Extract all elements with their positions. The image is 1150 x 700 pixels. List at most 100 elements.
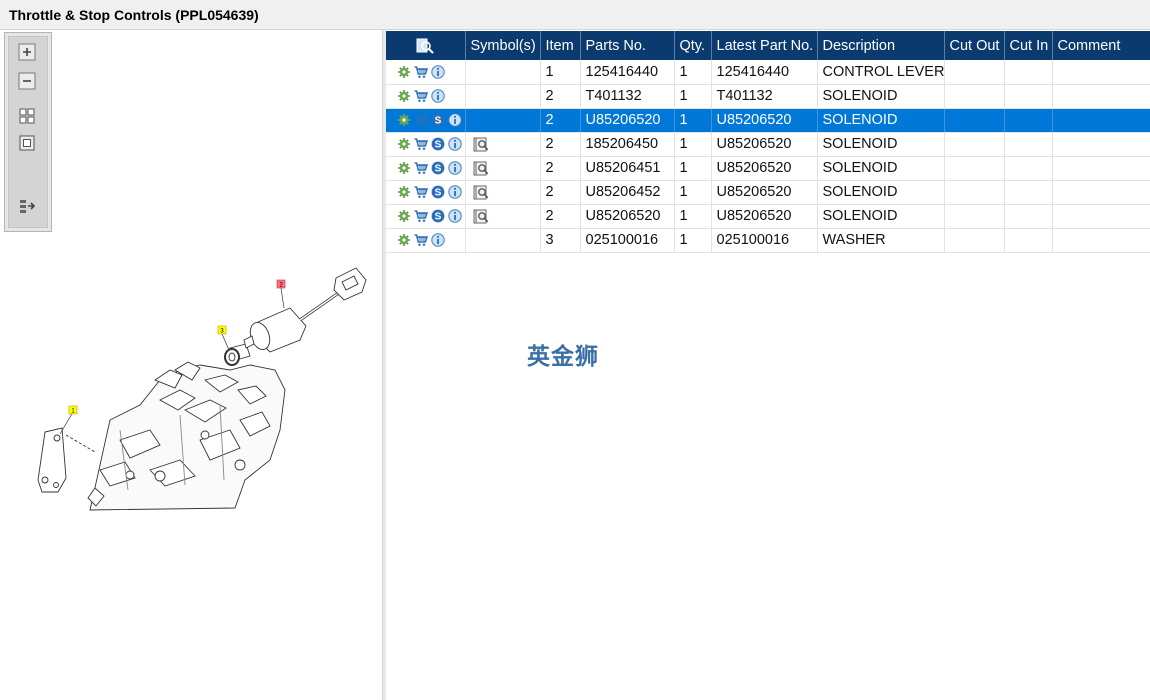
fit-all-icon (19, 108, 35, 124)
book-search-icon[interactable] (471, 185, 535, 200)
fit-all-button[interactable] (17, 106, 37, 126)
symbols-cell (465, 156, 541, 181)
info-icon[interactable] (448, 113, 462, 127)
symbols-cell (465, 84, 541, 109)
callout-3[interactable]: 3 (217, 325, 227, 335)
export-button[interactable] (17, 196, 37, 216)
description-cell: SOLENOID (817, 108, 945, 133)
info-icon[interactable] (431, 65, 445, 79)
book-search-icon[interactable] (471, 137, 535, 152)
cut-out-cell (944, 156, 1005, 181)
table-row[interactable]: S 2 185206450 1 U85206520 SOLENOID (386, 132, 1150, 157)
gear-icon[interactable] (397, 65, 411, 79)
export-icon (20, 200, 36, 213)
table-row[interactable]: S 2 U85206452 1 U85206520 SOLENOID (386, 180, 1150, 205)
supersession-icon[interactable]: S (431, 113, 445, 127)
latest-part-no-cell: U85206520 (711, 132, 818, 157)
zoom-in-button[interactable] (17, 42, 37, 62)
table-row[interactable]: S 2 U85206520 1 U85206520 SOLENOID (386, 108, 1150, 133)
item-cell: 1 (540, 60, 581, 85)
cut-out-cell (944, 60, 1005, 85)
supersession-icon[interactable]: S (431, 185, 445, 199)
cut-in-cell (1004, 204, 1053, 229)
qty-cell: 1 (674, 60, 712, 85)
gear-icon[interactable] (397, 161, 411, 175)
info-icon[interactable] (431, 233, 445, 247)
supersession-icon[interactable]: S (431, 209, 445, 223)
column-header-latest-part-no[interactable]: Latest Part No. (711, 31, 818, 60)
cart-icon[interactable] (414, 185, 428, 199)
action-icons-cell: S (386, 180, 466, 205)
gear-icon[interactable] (397, 89, 411, 103)
qty-cell: 1 (674, 108, 712, 133)
info-icon[interactable] (448, 209, 462, 223)
part-no-cell: U85206452 (580, 180, 675, 205)
cart-icon[interactable] (414, 65, 428, 79)
column-header-cut-out[interactable]: Cut Out (944, 31, 1005, 60)
latest-part-no-cell: U85206520 (711, 108, 818, 133)
part-no-cell: U85206520 (580, 108, 675, 133)
book-search-icon[interactable] (471, 209, 535, 224)
comment-cell (1052, 204, 1150, 229)
table-row[interactable]: 2 T401132 1 T401132 SOLENOID (386, 84, 1150, 109)
parts-table-body: 1 125416440 1 125416440 CONTROL LEVER 2 T40113… (386, 60, 1150, 253)
latest-part-no-cell: T401132 (711, 84, 818, 109)
action-icons-cell: S (386, 108, 466, 133)
description-cell: SOLENOID (817, 180, 945, 205)
table-row[interactable]: S 2 U85206451 1 U85206520 SOLENOID (386, 156, 1150, 181)
column-header-description[interactable]: Description (817, 31, 945, 60)
column-header-qty[interactable]: Qty. (674, 31, 712, 60)
parts-illustration: 1 3 2 (37, 267, 367, 511)
item-cell: 2 (540, 156, 581, 181)
action-icons-cell: S (386, 204, 466, 229)
zoom-out-button[interactable] (17, 71, 37, 91)
cart-icon[interactable] (414, 113, 428, 127)
column-header-comment[interactable]: Comment (1052, 31, 1150, 60)
supersession-icon[interactable]: S (431, 137, 445, 151)
table-row[interactable]: S 2 U85206520 1 U85206520 SOLENOID (386, 204, 1150, 229)
qty-cell: 1 (674, 180, 712, 205)
table-row[interactable]: 1 125416440 1 125416440 CONTROL LEVER (386, 60, 1150, 85)
info-icon[interactable] (448, 185, 462, 199)
cart-icon[interactable] (414, 161, 428, 175)
item-cell: 3 (540, 228, 581, 253)
cart-icon[interactable] (414, 89, 428, 103)
supersession-icon[interactable]: S (431, 161, 445, 175)
info-icon[interactable] (448, 161, 462, 175)
info-icon[interactable] (431, 89, 445, 103)
column-header-item[interactable]: Item (540, 31, 581, 60)
column-header-cut-in[interactable]: Cut In (1004, 31, 1053, 60)
action-icons-cell: S (386, 132, 466, 157)
column-header-parts-no[interactable]: Parts No. (580, 31, 675, 60)
gear-icon[interactable] (397, 233, 411, 247)
exploded-parts-drawing[interactable]: 1 3 2 (0, 230, 382, 530)
parts-table-container: Symbol(s) Item Parts No. Qty. Latest Par… (386, 31, 1150, 253)
column-header-search[interactable] (386, 31, 466, 60)
gear-icon[interactable] (397, 209, 411, 223)
gear-icon[interactable] (397, 185, 411, 199)
qty-cell: 1 (674, 84, 712, 109)
symbols-cell (465, 60, 541, 85)
book-search-icon[interactable] (471, 161, 535, 176)
watermark-text: 英金狮 (527, 343, 599, 369)
table-row[interactable]: 3 025100016 1 025100016 WASHER (386, 228, 1150, 253)
column-header-symbols[interactable]: Symbol(s) (465, 31, 541, 60)
search-parts-icon (416, 38, 434, 54)
cart-icon[interactable] (414, 137, 428, 151)
callout-2[interactable]: 2 (276, 279, 286, 289)
cart-icon[interactable] (414, 233, 428, 247)
info-icon[interactable] (448, 137, 462, 151)
part-no-cell: 185206450 (580, 132, 675, 157)
part-no-cell: T401132 (580, 84, 675, 109)
comment-cell (1052, 228, 1150, 253)
gear-icon[interactable] (397, 137, 411, 151)
callout-1[interactable]: 1 (68, 405, 78, 415)
actual-size-button[interactable] (17, 133, 37, 153)
action-icons-cell (386, 228, 466, 253)
item-cell: 2 (540, 108, 581, 133)
action-icons-cell: S (386, 156, 466, 181)
cart-icon[interactable] (414, 209, 428, 223)
comment-cell (1052, 180, 1150, 205)
gear-icon[interactable] (397, 113, 411, 127)
cut-in-cell (1004, 84, 1053, 109)
